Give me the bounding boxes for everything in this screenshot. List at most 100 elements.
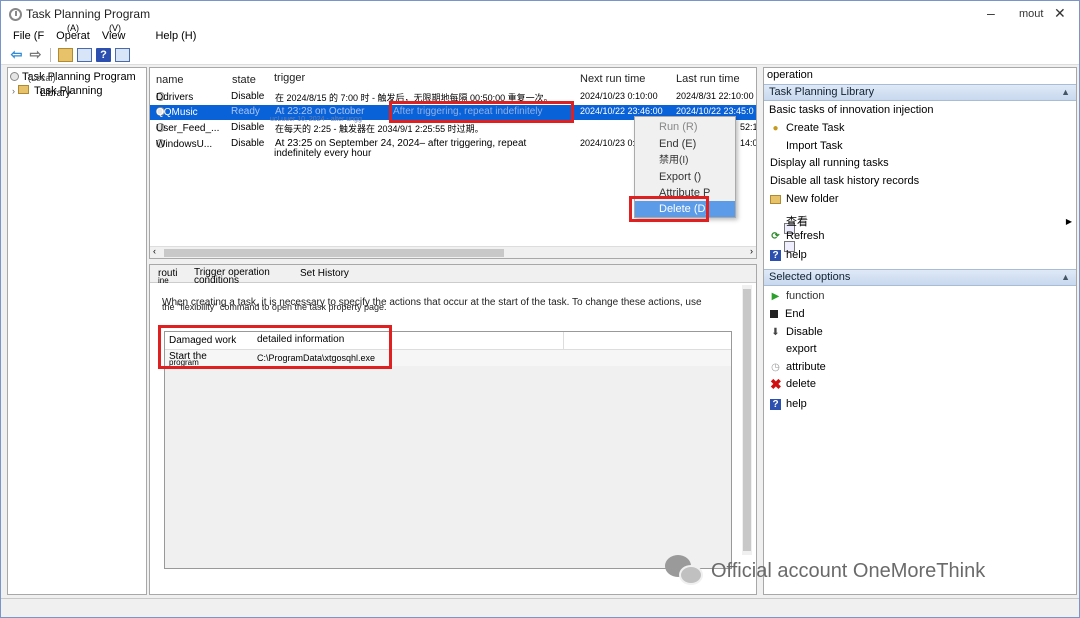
help-label: help bbox=[786, 249, 807, 261]
context-menu-end[interactable]: End (E) bbox=[635, 136, 735, 152]
view-menu-button[interactable]: 查看 ▶ bbox=[770, 213, 1072, 229]
context-menu-export[interactable]: Export () bbox=[635, 169, 735, 185]
task-icon: ● bbox=[772, 122, 779, 134]
folder-up-icon[interactable] bbox=[58, 47, 73, 62]
column-header-next-run[interactable]: Next run time bbox=[580, 73, 645, 85]
end-label: End bbox=[785, 308, 805, 320]
action-pane-icon[interactable] bbox=[115, 47, 130, 62]
refresh-label: Refresh bbox=[786, 230, 825, 242]
help-icon[interactable]: ? bbox=[96, 47, 111, 62]
minimize-button[interactable]: – bbox=[987, 5, 995, 21]
restore-button[interactable]: mout bbox=[1019, 8, 1043, 20]
task-last-run: 52:18 bbox=[740, 122, 756, 132]
column-header-trigger[interactable]: trigger bbox=[274, 72, 305, 84]
context-menu-disable[interactable]: 禁用(I) bbox=[635, 153, 735, 169]
refresh-button[interactable]: ⟳ Refresh bbox=[770, 230, 825, 242]
section-title: Selected options bbox=[769, 271, 851, 283]
toolbar: ⇦ ⇨ ? bbox=[1, 45, 1079, 65]
delete-button[interactable]: ✖ delete bbox=[770, 375, 816, 392]
disable-history-button[interactable]: Disable all task history records bbox=[770, 175, 920, 252]
menu-operation-key: (A) bbox=[67, 23, 79, 33]
task-trigger-wrap: indefinitely every hour bbox=[274, 148, 372, 159]
library-caption: Basic tasks of innovation injection bbox=[769, 104, 934, 116]
run-label: function bbox=[786, 290, 825, 302]
export-button[interactable]: export bbox=[770, 343, 817, 355]
wechat-icon bbox=[665, 555, 703, 587]
scroll-thumb[interactable] bbox=[743, 289, 751, 551]
task-last-run: 14:01 bbox=[740, 138, 756, 148]
attribute-button[interactable]: ◷ attribute bbox=[770, 361, 826, 373]
section-task-planning-library[interactable]: Task Planning Library ▲ bbox=[764, 84, 1076, 101]
task-trigger: 在每天的 2:25 - 触发器在 2034/9/1 2:25:55 时过期。 bbox=[275, 124, 484, 134]
close-button[interactable]: ✕ bbox=[1054, 5, 1066, 22]
grid-header-action[interactable]: Damaged work bbox=[169, 335, 236, 346]
clock-icon bbox=[9, 7, 22, 21]
menu-help[interactable]: Help (H) bbox=[155, 30, 196, 42]
scroll-right-icon[interactable]: › bbox=[750, 246, 753, 256]
collapse-icon[interactable]: ▲ bbox=[1061, 85, 1070, 100]
blank-icon bbox=[770, 344, 781, 355]
title-bar: Task Planning Program – mout ✕ bbox=[1, 1, 1079, 27]
help-button-selected[interactable]: ? help bbox=[770, 398, 807, 410]
blank-icon bbox=[770, 141, 781, 152]
actions-header: operation bbox=[767, 69, 813, 81]
console-tree: Task Planning Program (Local) › Task Plan… bbox=[7, 67, 147, 595]
delete-label: delete bbox=[786, 378, 816, 390]
stop-icon bbox=[770, 310, 778, 318]
vertical-scrollbar[interactable] bbox=[742, 285, 752, 555]
forward-arrow-icon[interactable]: ⇨ bbox=[28, 46, 43, 62]
toolbar-separator bbox=[50, 47, 51, 62]
import-task-button[interactable]: Import Task bbox=[770, 140, 843, 152]
column-header-name[interactable]: name bbox=[156, 74, 184, 86]
back-arrow-icon[interactable]: ⇦ bbox=[9, 46, 24, 62]
grid-header-details[interactable]: detailed information bbox=[257, 334, 344, 345]
task-name: Ddrivers bbox=[156, 92, 194, 103]
scroll-left-icon[interactable]: ‹ bbox=[153, 246, 156, 256]
delete-x-icon: ✖ bbox=[770, 375, 782, 392]
create-task-button[interactable]: ● Create Task bbox=[770, 122, 844, 134]
expand-arrow-icon[interactable]: › bbox=[12, 86, 15, 96]
tree-root-sub: (Local) bbox=[28, 73, 56, 83]
table-row[interactable]: Ddrivers Disable 在 2024/8/15 的 7:00 时 - … bbox=[150, 90, 756, 105]
disable-history-label: Disable all task history records bbox=[770, 175, 920, 187]
task-next-run: 2024/10/22 23:46:00 bbox=[580, 106, 663, 116]
scroll-thumb[interactable] bbox=[164, 249, 504, 257]
action-type-sub: program bbox=[169, 358, 199, 367]
disable-button[interactable]: ⬇ Disable bbox=[770, 326, 822, 338]
context-menu-run[interactable]: Run (R) bbox=[635, 119, 735, 135]
tab-set-history[interactable]: Set History bbox=[300, 268, 349, 279]
section-selected-options[interactable]: Selected options ▲ bbox=[764, 269, 1076, 286]
tab-conditions[interactable]: conditions bbox=[194, 275, 239, 286]
collapse-icon[interactable]: ▲ bbox=[1061, 270, 1070, 285]
window-title: Task Planning Program bbox=[26, 7, 151, 21]
end-button[interactable]: End bbox=[770, 308, 805, 320]
new-folder-label: New folder bbox=[786, 193, 839, 205]
display-running-label: Display all running tasks bbox=[770, 157, 889, 169]
context-menu-attribute[interactable]: Attribute P bbox=[635, 185, 735, 201]
section-title: Task Planning Library bbox=[769, 86, 875, 98]
status-bar bbox=[1, 598, 1079, 617]
export-label: export bbox=[786, 343, 817, 355]
context-menu-delete[interactable]: Delete (D) bbox=[635, 201, 735, 217]
task-name: QQMusic bbox=[156, 107, 198, 118]
watermark: Official account OneMoreThink bbox=[665, 555, 985, 587]
clock-icon bbox=[10, 72, 19, 81]
column-header-last-run[interactable]: Last run time bbox=[676, 73, 740, 85]
menu-file[interactable]: File (F bbox=[13, 30, 44, 42]
task-state: Disable bbox=[231, 91, 265, 102]
column-header-state[interactable]: state bbox=[232, 74, 256, 86]
action-detail: C:\ProgramData\xtgosqhl.exe bbox=[257, 353, 376, 363]
submenu-arrow-icon: ▶ bbox=[1065, 216, 1072, 226]
new-folder-button[interactable]: New folder bbox=[770, 193, 839, 205]
task-scheduler-window: Task Planning Program – mout ✕ File (F O… bbox=[0, 0, 1080, 618]
run-button[interactable]: ▶ function bbox=[770, 290, 825, 302]
actions-pane: operation Task Planning Library ▲ Basic t… bbox=[763, 67, 1077, 595]
show-console-tree-icon[interactable] bbox=[77, 47, 92, 62]
attribute-label: attribute bbox=[786, 361, 826, 373]
table-row[interactable]: Start the program C:\ProgramData\xtgosqh… bbox=[165, 350, 731, 367]
display-running-tasks-button[interactable]: Display all running tasks bbox=[770, 157, 889, 234]
task-next-run: 2024/10/23 0:10:00 bbox=[580, 91, 658, 101]
horizontal-scrollbar[interactable]: ‹ › bbox=[150, 246, 756, 258]
help-button[interactable]: ? help bbox=[770, 249, 807, 261]
menu-view-key: (V) bbox=[109, 23, 121, 33]
